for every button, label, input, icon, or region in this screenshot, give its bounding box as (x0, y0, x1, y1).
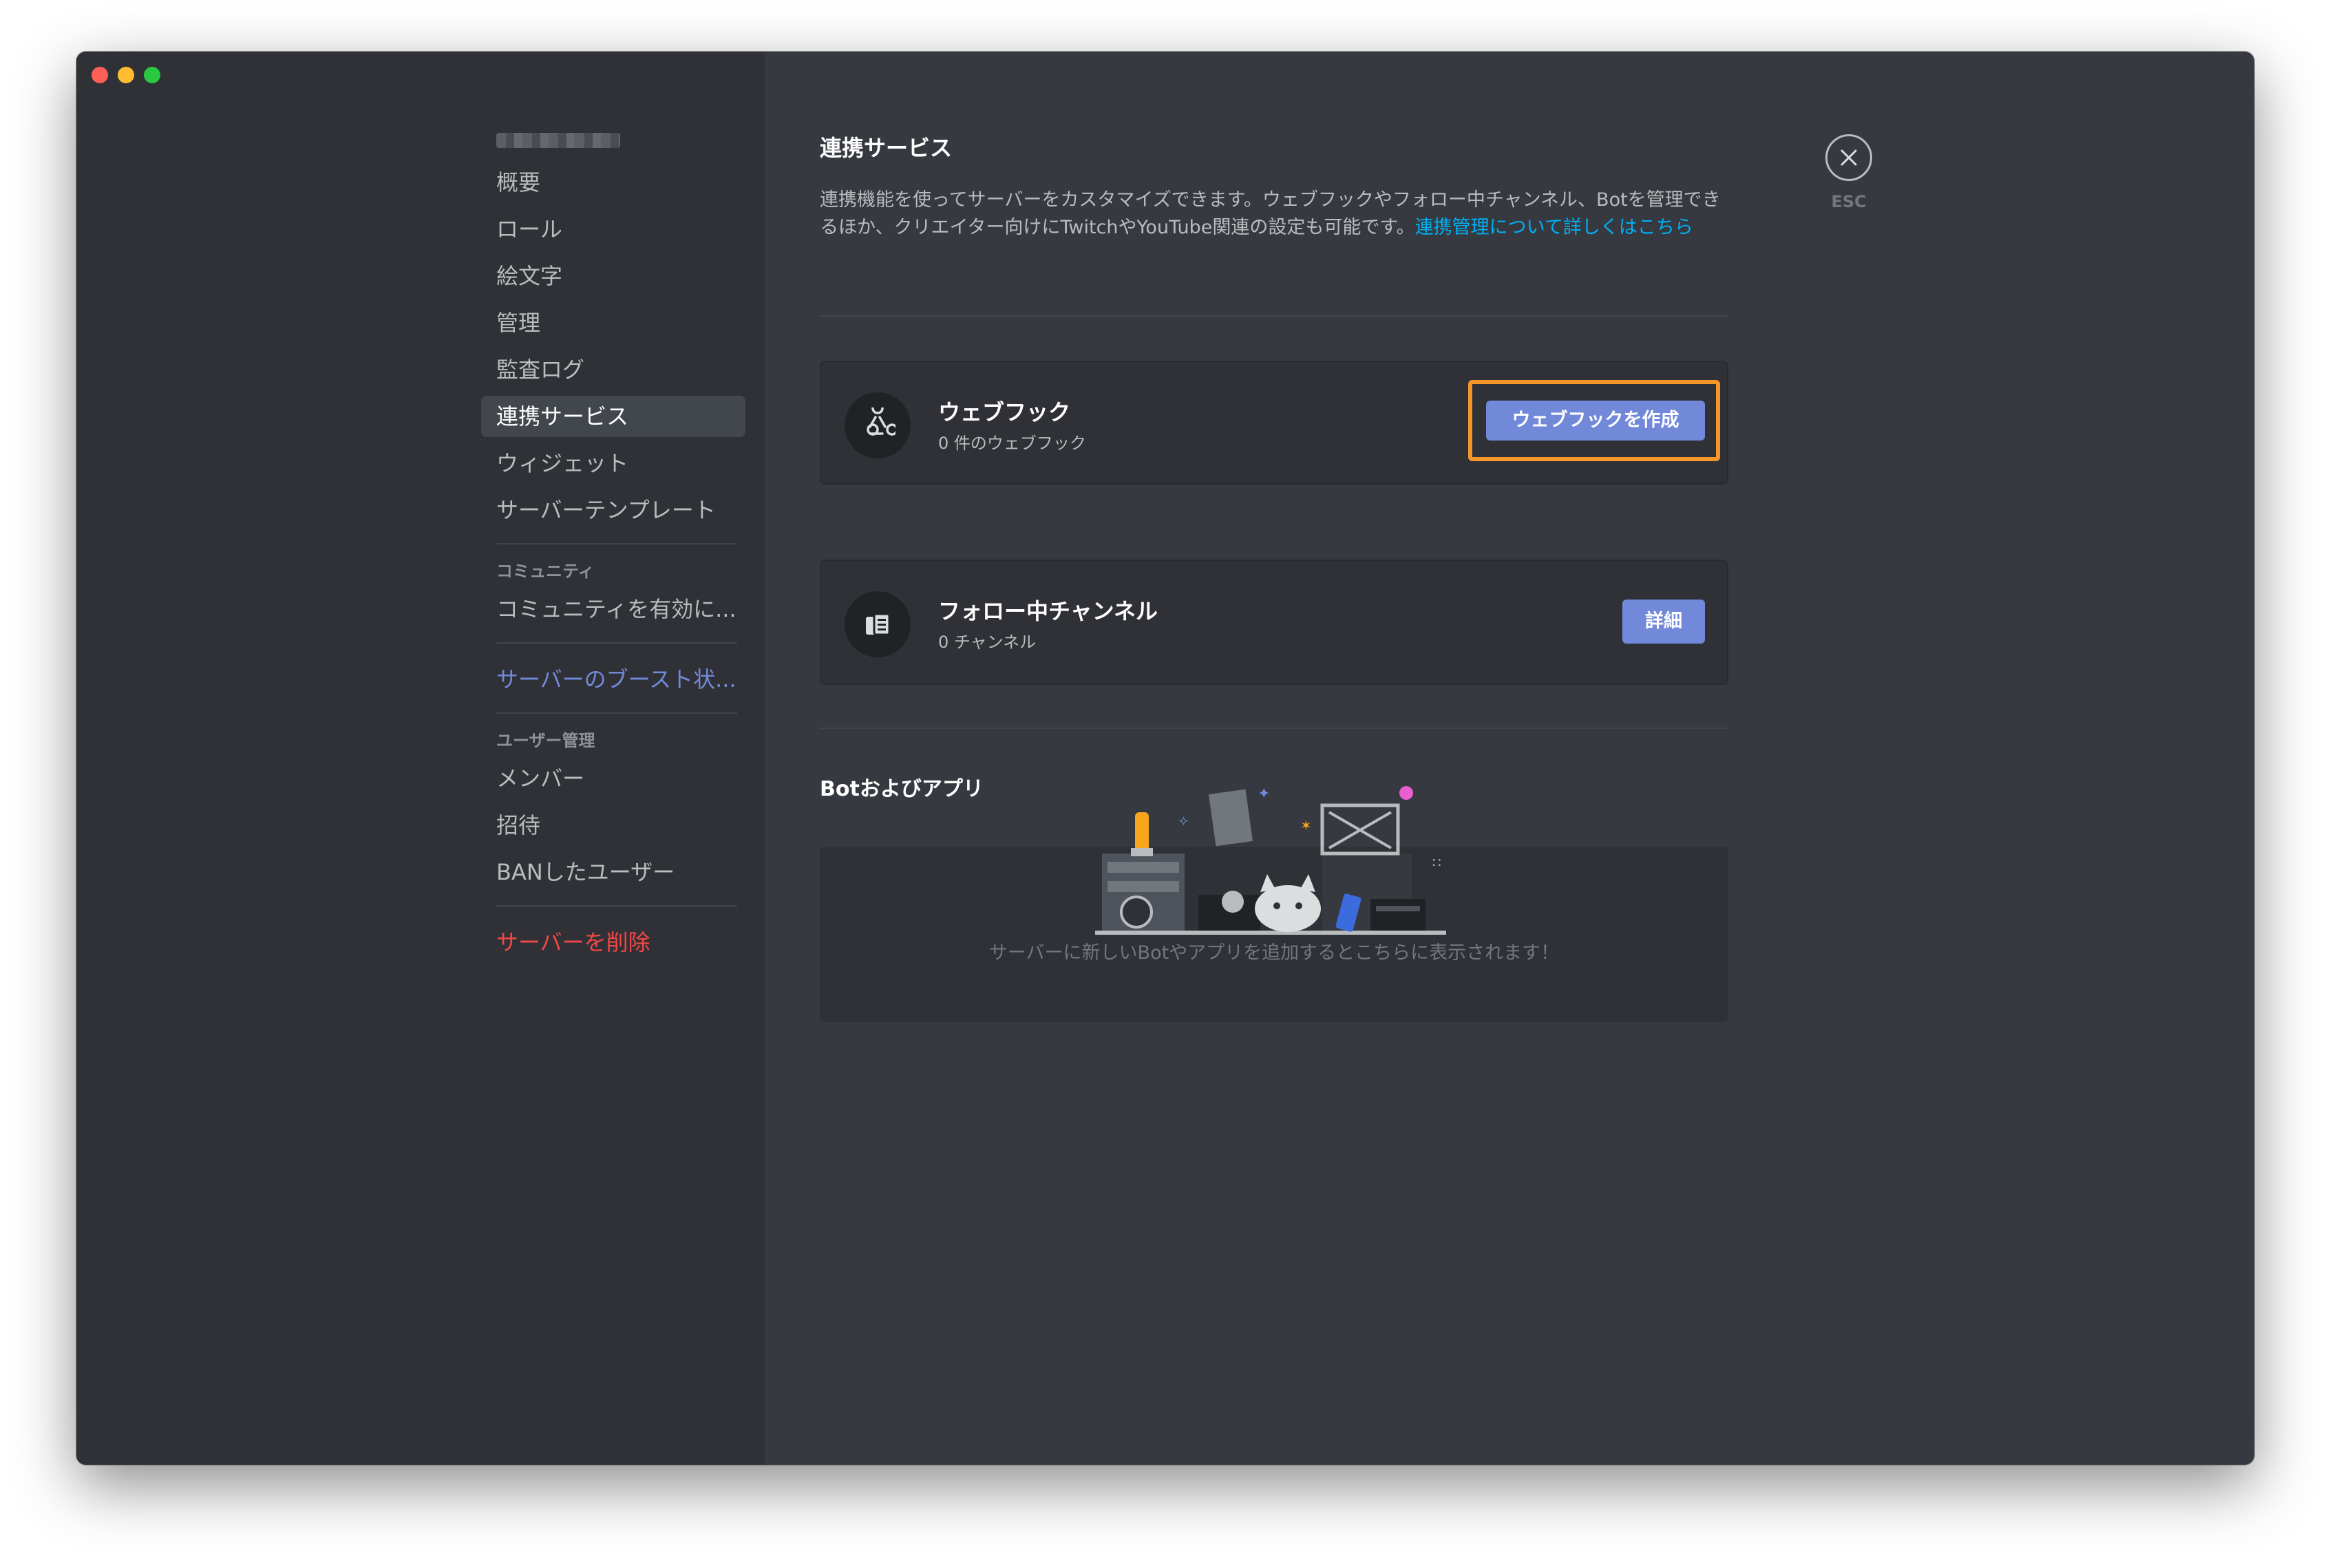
nav-item-audit-log[interactable]: 監査ログ (481, 349, 745, 390)
svg-text:∷: ∷ (1432, 854, 1441, 871)
nav-item-server-template[interactable]: サーバーテンプレート (481, 489, 745, 531)
close-settings[interactable]: ESC (1804, 134, 1894, 211)
nav-item-members[interactable]: メンバー (481, 758, 745, 799)
nav-item-enable-community[interactable]: コミュニティを有効に... (481, 589, 745, 630)
nav-item-emoji[interactable]: 絵文字 (481, 255, 745, 297)
page-description: 連携機能を使ってサーバーをカスタマイズできます。ウェブフックやフォロー中チャンネ… (820, 187, 1735, 242)
minimize-window-button[interactable] (118, 67, 134, 83)
nav-item-widget[interactable]: ウィジェット (481, 443, 745, 484)
webhooks-title: ウェブフック (938, 399, 1071, 425)
nav-item-server-boost[interactable]: サーバーのブースト状... (481, 659, 745, 700)
section-divider (820, 315, 1728, 317)
nav-header-user-management: ユーザー管理 (496, 731, 595, 750)
bots-illustration: ✦ ✧ ✶ ∷ (1095, 771, 1453, 939)
svg-text:✦: ✦ (1258, 785, 1270, 803)
nav-item-bans[interactable]: BANしたユーザー (481, 851, 745, 893)
followed-channels-count: 0 チャンネル (938, 633, 1037, 652)
followed-channels-title: フォロー中チャンネル (938, 598, 1158, 624)
esc-label: ESC (1831, 192, 1867, 211)
page-title: 連携サービス (820, 135, 953, 161)
view-details-button[interactable]: 詳細 (1622, 600, 1705, 644)
app-window: 概要 ロール 絵文字 管理 監査ログ 連携サービス ウィジェット サーバーテンプ… (76, 52, 2254, 1465)
svg-text:✶: ✶ (1300, 817, 1312, 834)
webhooks-count: 0 件のウェブフック (938, 434, 1086, 453)
create-webhook-button[interactable]: ウェブフックを作成 (1486, 401, 1705, 441)
nav-divider (496, 543, 737, 544)
learn-more-link[interactable]: 連携管理について詳しくはこちら (1415, 217, 1693, 238)
bots-section-title: Botおよびアプリ (820, 777, 984, 801)
settings-sidebar: 概要 ロール 絵文字 管理 監査ログ 連携サービス ウィジェット サーバーテンプ… (76, 52, 765, 1465)
bots-empty-text: サーバーに新しいBotやアプリを追加するとこちらに表示されます！ (988, 942, 1560, 964)
nav-divider (496, 712, 737, 714)
nav-item-overview[interactable]: 概要 (481, 162, 745, 203)
close-icon[interactable] (1825, 134, 1872, 181)
close-window-button[interactable] (92, 67, 108, 83)
nav-divider (496, 905, 737, 907)
announcement-icon (845, 591, 911, 657)
nav-item-roles[interactable]: ロール (481, 209, 745, 250)
webhooks-card[interactable]: ウェブフック 0 件のウェブフック ウェブフックを作成 (820, 361, 1728, 485)
nav-header-community: コミュニティ (496, 562, 595, 581)
nav-divider (496, 642, 737, 644)
server-name-blurred (496, 133, 620, 148)
nav-item-moderation[interactable]: 管理 (481, 302, 745, 343)
followed-channels-card[interactable]: フォロー中チャンネル 0 チャンネル 詳細 (820, 560, 1728, 685)
nav-item-invites[interactable]: 招待 (481, 805, 745, 846)
settings-nav: 概要 ロール 絵文字 管理 監査ログ 連携サービス ウィジェット サーバーテンプ… (481, 133, 754, 968)
nav-item-integrations[interactable]: 連携サービス (481, 396, 745, 437)
webhook-icon (845, 392, 911, 458)
integrations-content: 連携サービス 連携機能を使ってサーバーをカスタマイズできます。ウェブフックやフォ… (820, 52, 1921, 1465)
window-controls (92, 67, 160, 83)
nav-item-delete-server[interactable]: サーバーを削除 (481, 922, 745, 963)
svg-text:✧: ✧ (1178, 813, 1189, 829)
zoom-window-button[interactable] (144, 67, 160, 83)
section-divider (820, 728, 1728, 729)
